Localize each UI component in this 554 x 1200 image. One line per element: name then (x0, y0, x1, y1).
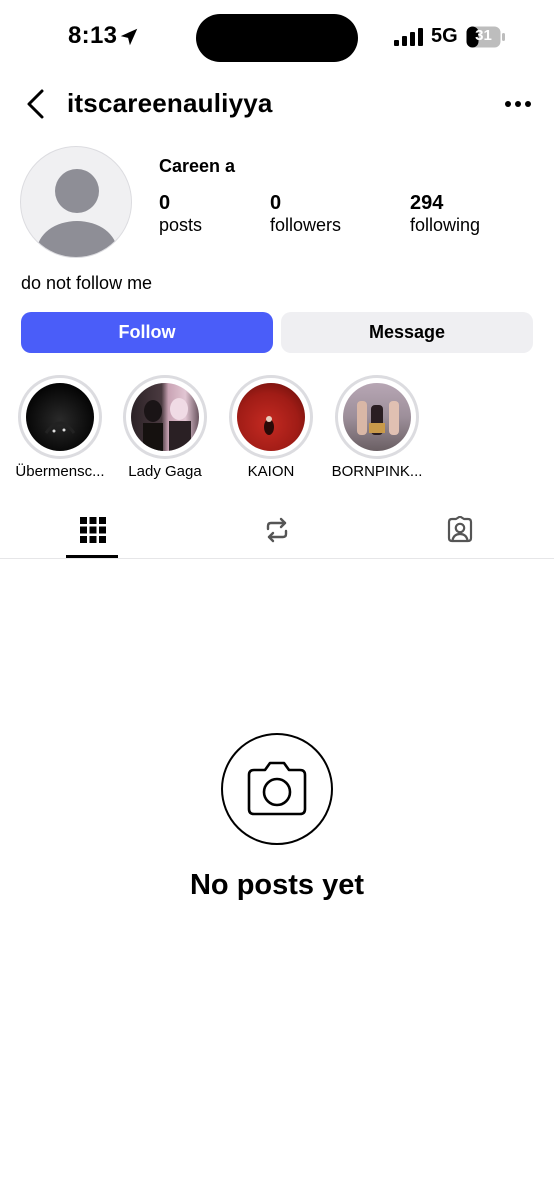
camera-icon (247, 761, 307, 816)
stat-value: 0 (159, 192, 171, 214)
highlight-kaion[interactable] (229, 375, 313, 459)
ellipsis-icon[interactable] (504, 100, 532, 108)
stat-following[interactable]: 294 following (410, 192, 480, 236)
stat-label: following (410, 215, 481, 235)
signal-bars-icon (394, 28, 423, 46)
empty-state-title: No posts yet (189, 869, 365, 901)
repost-icon[interactable] (263, 516, 291, 544)
full-name: Careen a (159, 156, 236, 176)
highlight-lady-gaga[interactable] (123, 375, 207, 459)
location-arrow-icon (120, 28, 138, 46)
battery-icon: 31 (466, 26, 506, 48)
tagged-person-icon[interactable] (446, 516, 474, 544)
highlight-label: BORNPINK... (331, 463, 423, 480)
battery-level: 31 (475, 27, 492, 44)
bio-text: do not follow me (21, 273, 153, 293)
highlight-label: Lady Gaga (128, 463, 202, 480)
highlight-cover (131, 383, 199, 451)
stat-followers[interactable]: 0 followers (270, 192, 341, 236)
avatar[interactable] (20, 146, 132, 258)
chevron-left-icon[interactable] (22, 88, 50, 120)
highlight-label: KAION (247, 463, 295, 480)
highlight-cover (237, 383, 305, 451)
highlight-label: Übermensc... (15, 463, 105, 480)
network-type: 5G (431, 25, 458, 47)
message-button[interactable]: Message (281, 312, 533, 353)
highlight-bornpink[interactable] (335, 375, 419, 459)
dynamic-island (196, 14, 358, 62)
stat-value: 0 (270, 192, 282, 214)
page-title-username: itscareenauliyya (67, 88, 273, 118)
stat-value: 294 (410, 192, 444, 214)
empty-state-circle (221, 733, 333, 845)
tabs-divider (0, 558, 554, 559)
default-avatar-icon (37, 169, 117, 257)
follow-button[interactable]: Follow (21, 312, 273, 353)
stat-label: posts (159, 215, 203, 235)
status-time: 8:13 (68, 22, 118, 49)
grid-icon[interactable] (79, 516, 107, 544)
stat-label: followers (270, 215, 342, 235)
highlight-cover (343, 383, 411, 451)
highlight-ubermensch[interactable] (18, 375, 102, 459)
stat-posts[interactable]: 0 posts (159, 192, 202, 236)
highlight-cover (26, 383, 94, 451)
